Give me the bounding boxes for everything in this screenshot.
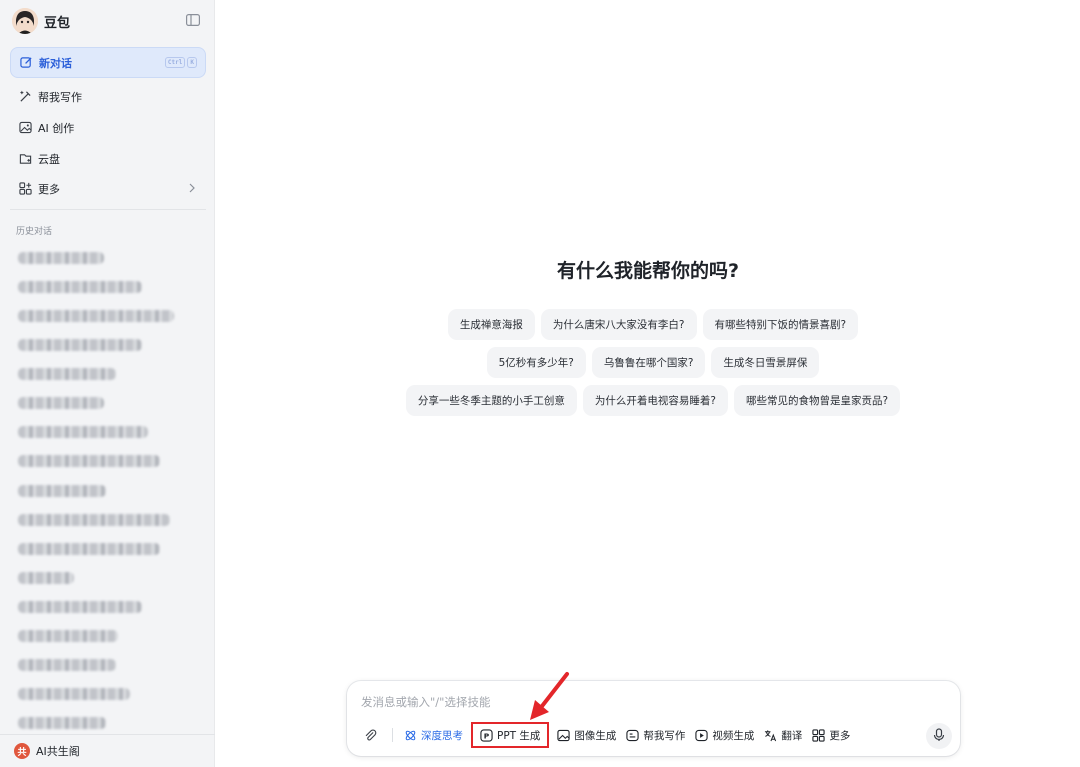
sidebar-item-label: AI 创作 xyxy=(38,121,75,135)
suggestion-chip[interactable]: 生成冬日雪景屏保 xyxy=(711,347,820,378)
translate-button[interactable]: 翻译 xyxy=(759,723,807,747)
main-area: 有什么我能帮你的吗? 生成禅意海报 为什么唐宋八大家没有李白? 有哪些特别下饭的… xyxy=(216,0,1080,767)
shortcut-hint: Ctrl K xyxy=(164,57,197,68)
video-generate-label: 视频生成 xyxy=(712,729,755,742)
history-item[interactable] xyxy=(18,426,148,438)
history-item[interactable] xyxy=(18,717,106,729)
footer-label: AI共生阁 xyxy=(36,745,80,758)
pen-icon xyxy=(18,90,32,104)
sidebar-item-new-chat[interactable]: 新对话 Ctrl K xyxy=(10,47,206,78)
ppt-generate-label: PPT 生成 xyxy=(497,729,541,742)
sidebar-footer-divider xyxy=(0,734,215,735)
grid-icon xyxy=(812,728,826,742)
paperclip-icon xyxy=(364,728,377,742)
history-item[interactable] xyxy=(18,630,118,642)
app-name: 豆包 xyxy=(44,15,71,31)
sidebar-item-more[interactable]: 更多 xyxy=(10,173,206,204)
avatar xyxy=(12,8,38,34)
svg-text:P: P xyxy=(484,731,490,740)
suggestion-chip[interactable]: 5亿秒有多少年? xyxy=(486,347,586,378)
more-tools-label: 更多 xyxy=(829,729,851,742)
page-title: 有什么我能帮你的吗? xyxy=(556,260,740,282)
message-input[interactable]: 发消息或输入"/"选择技能 xyxy=(361,694,490,710)
history-item[interactable] xyxy=(18,601,142,613)
history-item[interactable] xyxy=(18,659,116,671)
history-item[interactable] xyxy=(18,252,104,264)
ppt-icon: P xyxy=(480,728,493,742)
suggestion-chip[interactable]: 乌鲁鲁在哪个国家? xyxy=(591,347,706,378)
edit-icon xyxy=(19,56,33,70)
ppt-generate-button[interactable]: P PPT 生成 xyxy=(471,722,550,748)
suggestion-row: 分享一些冬季主题的小手工创意 为什么开着电视容易睡着? 哪些常见的食物曾是皇家贡… xyxy=(216,385,1080,416)
brand[interactable]: 豆包 xyxy=(12,6,70,36)
sidebar-item-ai-create[interactable]: AI 创作 xyxy=(10,112,206,143)
history-item[interactable] xyxy=(18,339,142,351)
suggestion-chip[interactable]: 分享一些冬季主题的小手工创意 xyxy=(405,385,577,416)
sidebar-item-writing[interactable]: 帮我写作 xyxy=(10,81,206,112)
composer-toolbar: 深度思考 P PPT 生成 图像生成 帮我写作 视频生成 翻译 更多 xyxy=(359,722,949,748)
cloud-drive-icon xyxy=(18,152,32,166)
suggestion-chip[interactable]: 生成禅意海报 xyxy=(447,309,535,340)
image-generate-label: 图像生成 xyxy=(574,729,617,742)
microphone-icon xyxy=(933,727,945,746)
help-write-label: 帮我写作 xyxy=(643,729,686,742)
sidebar-collapse-icon[interactable] xyxy=(186,14,200,26)
history-item[interactable] xyxy=(18,543,160,555)
shortcut-key: Ctrl xyxy=(164,57,186,68)
suggestion-chip[interactable]: 为什么唐宋八大家没有李白? xyxy=(540,309,697,340)
video-generate-button[interactable]: 视频生成 xyxy=(690,723,759,747)
suggestion-chip[interactable]: 为什么开着电视容易睡着? xyxy=(582,385,728,416)
chevron-right-icon xyxy=(188,183,196,196)
history-item[interactable] xyxy=(18,455,160,467)
sidebar-divider xyxy=(10,209,206,210)
voice-input-button[interactable] xyxy=(926,723,952,749)
history-item[interactable] xyxy=(18,572,74,584)
sidebar-item-label: 云盘 xyxy=(38,152,60,166)
document-icon xyxy=(626,729,640,742)
annotation-arrow-icon xyxy=(530,672,569,720)
history-item[interactable] xyxy=(18,281,142,293)
suggestion-chip[interactable]: 哪些常见的食物曾是皇家贡品? xyxy=(734,385,901,416)
history-item[interactable] xyxy=(18,688,130,700)
sidebar-item-label: 帮我写作 xyxy=(38,90,82,104)
sidebar-item-cloud-drive[interactable]: 云盘 xyxy=(10,143,206,174)
history-item[interactable] xyxy=(18,514,170,526)
image-generate-button[interactable]: 图像生成 xyxy=(552,723,621,747)
deep-think-button[interactable]: 深度思考 xyxy=(399,723,468,747)
message-composer: 发消息或输入"/"选择技能 深度思考 P PPT 生成 图像生成 帮我写作 视频… xyxy=(347,681,960,756)
translate-icon xyxy=(764,729,777,742)
history-item[interactable] xyxy=(18,310,174,322)
attach-button[interactable] xyxy=(359,723,386,747)
suggestion-chip[interactable]: 有哪些特别下饭的情景喜剧? xyxy=(702,309,859,340)
history-item[interactable] xyxy=(18,397,104,409)
footer-account[interactable]: 共 AI共生阁 xyxy=(14,743,80,759)
toolbar-divider xyxy=(392,728,393,742)
sidebar-item-label: 新对话 xyxy=(39,56,72,70)
video-play-icon xyxy=(695,729,709,742)
history-item[interactable] xyxy=(18,485,106,497)
more-tools-button[interactable]: 更多 xyxy=(807,723,855,747)
image-icon xyxy=(18,121,32,135)
atom-icon xyxy=(404,729,417,742)
suggestion-row: 5亿秒有多少年? 乌鲁鲁在哪个国家? 生成冬日雪景屏保 xyxy=(216,347,1080,378)
history-title: 历史对话 xyxy=(16,227,53,237)
account-logo-icon: 共 xyxy=(14,743,30,759)
grid-icon xyxy=(18,182,32,196)
deep-think-label: 深度思考 xyxy=(421,729,463,742)
suggestion-row: 生成禅意海报 为什么唐宋八大家没有李白? 有哪些特别下饭的情景喜剧? xyxy=(216,309,1080,340)
translate-label: 翻译 xyxy=(781,729,803,742)
history-item[interactable] xyxy=(18,368,116,380)
shortcut-key: K xyxy=(187,57,197,68)
sidebar-item-label: 更多 xyxy=(38,182,60,196)
image-icon xyxy=(557,729,571,742)
sidebar: 豆包 新对话 Ctrl K 帮我写作 AI 创作 云盘 更多 历史对话 共 AI… xyxy=(0,0,215,767)
help-write-button[interactable]: 帮我写作 xyxy=(621,723,690,747)
